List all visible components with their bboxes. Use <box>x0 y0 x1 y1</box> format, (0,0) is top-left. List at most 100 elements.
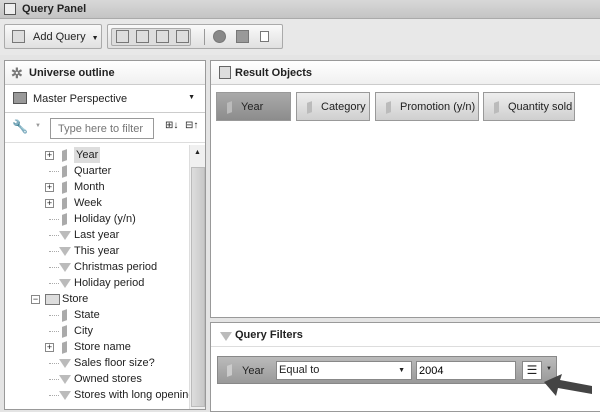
expand-all-icon[interactable]: ⊞↓ <box>165 120 178 131</box>
expand-icon[interactable]: + <box>45 151 54 160</box>
collapse-icon[interactable]: − <box>31 295 40 304</box>
filter-value-input[interactable] <box>416 361 516 380</box>
tree-item-label: Owned stores <box>74 373 142 385</box>
filter-icon <box>59 231 71 240</box>
tree-item[interactable]: Quarter <box>5 163 189 179</box>
tree-item[interactable]: + Month <box>5 179 189 195</box>
tree-connector <box>49 251 59 252</box>
expand-icon[interactable]: + <box>45 199 54 208</box>
tree-item-label: Stores with long opening hours <box>74 389 189 401</box>
tree-item-label: Last year <box>74 229 120 241</box>
tree-item-label: Month <box>74 181 105 193</box>
combined-query-icon[interactable] <box>213 30 226 43</box>
result-object[interactable]: Year <box>216 92 291 121</box>
dimension-icon <box>386 101 391 114</box>
result-object[interactable]: Category <box>296 92 370 121</box>
result-object[interactable]: Quantity sold <box>483 92 575 121</box>
query-panel-icon <box>4 3 16 15</box>
filter-icon <box>59 247 71 256</box>
filter-panel-icon[interactable] <box>136 30 149 43</box>
chevron-down-icon: ▼ <box>398 367 405 374</box>
tree-item-label: City <box>74 325 93 337</box>
add-query-label: Add Query <box>33 31 86 43</box>
open-folder-icon <box>45 294 60 305</box>
chevron-down-icon[interactable]: ▼ <box>35 123 41 129</box>
tree-item[interactable]: This year <box>5 243 189 259</box>
tree-connector <box>49 235 59 236</box>
dimension-icon <box>62 213 67 226</box>
measure-icon <box>494 101 499 114</box>
tree-connector <box>49 315 59 316</box>
data-preview-icon[interactable] <box>156 30 169 43</box>
folder-icon <box>13 92 27 104</box>
filter-icon <box>59 375 71 384</box>
tree-item[interactable]: Last year <box>5 227 189 243</box>
result-object-label: Quantity sold <box>508 101 573 113</box>
operator-select[interactable]: Equal to ▼ <box>276 361 412 380</box>
expand-icon[interactable]: + <box>45 343 54 352</box>
universe-icon: ✲ <box>11 65 23 81</box>
universe-outline-header: ✲ Universe outline <box>5 61 205 85</box>
tree-item[interactable]: + Year <box>5 147 189 163</box>
tree-connector <box>49 363 59 364</box>
tree-item-label: Christmas period <box>74 261 158 273</box>
dimension-icon <box>62 197 67 210</box>
view-script-icon[interactable] <box>260 31 269 42</box>
scroll-thumb[interactable] <box>191 167 205 407</box>
window-title: Query Panel <box>22 3 87 15</box>
filter-icon <box>59 263 71 272</box>
query-filters-title: Query Filters <box>235 329 303 341</box>
tree-item-label: Quarter <box>74 165 112 177</box>
dimension-icon <box>62 341 67 354</box>
tree-item[interactable]: Sales floor size? <box>5 355 189 371</box>
perspective-select[interactable]: Master Perspective ▼ <box>5 85 205 113</box>
filter-row: 🔧 ▼ ⊞↓ ⊟↑ <box>5 113 205 143</box>
toolbar: Add Query ▼ <box>0 19 600 55</box>
tree-item[interactable]: − Store <box>5 291 189 307</box>
add-query-button[interactable]: Add Query ▼ <box>4 24 102 49</box>
collapse-all-icon[interactable]: ⊟↑ <box>185 120 198 131</box>
tree-item-label: Year <box>74 147 101 163</box>
tree-item[interactable]: + Store name <box>5 339 189 355</box>
expand-icon[interactable]: + <box>45 183 54 192</box>
tree-connector <box>49 219 59 220</box>
tree-item-label: Store name <box>74 341 131 353</box>
tree-connector <box>49 379 59 380</box>
result-object[interactable]: Promotion (y/n) <box>375 92 479 121</box>
outline-panel-icon[interactable] <box>116 30 129 43</box>
tree-item-label: Store <box>62 293 89 305</box>
query-properties-icon[interactable] <box>236 30 249 43</box>
result-objects-icon <box>219 66 231 79</box>
filter-icon <box>59 391 71 400</box>
scroll-up-icon[interactable]: ▲ <box>194 149 201 156</box>
filter-input[interactable] <box>50 118 154 139</box>
dimension-icon <box>62 325 67 338</box>
properties-icon[interactable] <box>176 30 189 43</box>
result-objects-title: Result Objects <box>235 67 313 79</box>
filter-icon <box>59 359 71 368</box>
tree-item-label: State <box>74 309 100 321</box>
tree-connector <box>49 171 59 172</box>
tree-item[interactable]: Owned stores <box>5 371 189 387</box>
operator-value: Equal to <box>279 364 320 376</box>
wrench-icon[interactable]: 🔧 <box>12 119 28 135</box>
list-of-values-button[interactable]: ☰ <box>522 361 542 380</box>
dimension-icon <box>62 149 67 162</box>
tree-item-label: This year <box>74 245 120 257</box>
tree-item[interactable]: Holiday period <box>5 275 189 291</box>
dimension-icon <box>62 165 67 178</box>
result-object-label: Category <box>321 101 366 113</box>
query-filters-header: Query Filters <box>211 323 600 347</box>
tree-scrollbar[interactable]: ▲ <box>189 145 205 409</box>
tree-item[interactable]: State <box>5 307 189 323</box>
result-object-label: Year <box>241 101 264 113</box>
tree-item-label: Sales floor size? <box>74 357 155 369</box>
filter-condition[interactable]: Year Equal to ▼ ☰ ▼ <box>217 356 557 384</box>
tree-item-label: Week <box>74 197 102 209</box>
tree-item[interactable]: City <box>5 323 189 339</box>
tree-item[interactable]: Holiday (y/n) <box>5 211 189 227</box>
tree-item[interactable]: Christmas period <box>5 259 189 275</box>
tree-item[interactable]: + Week <box>5 195 189 211</box>
add-query-icon <box>12 30 25 43</box>
tree-item[interactable]: Stores with long opening hours <box>5 387 189 403</box>
